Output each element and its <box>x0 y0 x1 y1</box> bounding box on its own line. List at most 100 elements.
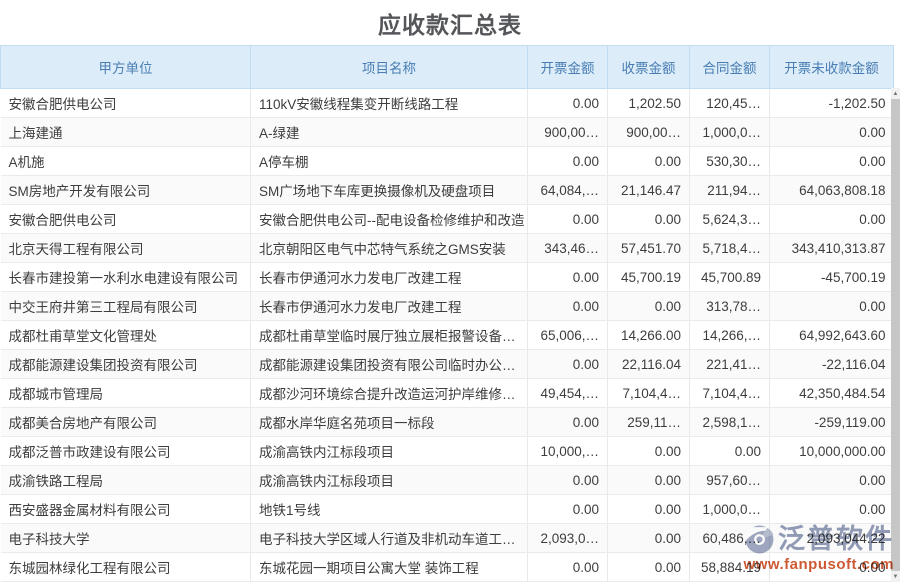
cell-project: 电子科技大学区域人行道及非机动车道工… <box>251 524 528 553</box>
cell-contract_amount: 957,60… <box>690 466 770 495</box>
table-row[interactable]: A机施A停车棚0.000.00530,30…0.00 <box>1 147 894 176</box>
cell-received_amount: 0.00 <box>608 553 690 582</box>
cell-contract_amount: 14,266,… <box>690 321 770 350</box>
cell-company: 东城园林绿化工程有限公司 <box>1 553 251 582</box>
cell-invoiced_amount: 10,000,… <box>528 437 608 466</box>
table-row[interactable]: 西安盛器金属材料有限公司地铁1号线0.000.001,000,0…0.00 <box>1 495 894 524</box>
table-header: 甲方单位项目名称开票金额收票金额合同金额开票未收款金额 <box>1 46 894 89</box>
cell-invoiced_unpaid_amount: 0.00 <box>770 553 894 582</box>
cell-project: 成都杜甫草堂临时展厅独立展柜报警设备… <box>251 321 528 350</box>
cell-project: 长春市伊通河水力发电厂改建工程 <box>251 263 528 292</box>
cell-contract_amount: 5,718,4… <box>690 234 770 263</box>
cell-invoiced_unpaid_amount: 10,000,000.00 <box>770 437 894 466</box>
table-row[interactable]: 电子科技大学电子科技大学区域人行道及非机动车道工…2,093,0…0.0060,… <box>1 524 894 553</box>
table-row[interactable]: 上海建通A-绿建900,00…900,00…1,000,0…0.00 <box>1 118 894 147</box>
cell-invoiced_unpaid_amount: 0.00 <box>770 292 894 321</box>
table-row[interactable]: 东城园林绿化工程有限公司东城花园一期项目公寓大堂 装饰工程0.000.0058,… <box>1 553 894 582</box>
cell-invoiced_amount: 0.00 <box>528 350 608 379</box>
cell-contract_amount: 58,884.19 <box>690 553 770 582</box>
table-row[interactable]: 成都泛普市政建设有限公司成渝高铁内江标段项目10,000,…0.000.0010… <box>1 437 894 466</box>
cell-company: 北京天得工程有限公司 <box>1 234 251 263</box>
cell-contract_amount: 1,000,0… <box>690 118 770 147</box>
cell-invoiced_amount: 0.00 <box>528 466 608 495</box>
cell-received_amount: 0.00 <box>608 524 690 553</box>
cell-project: 成渝高铁内江标段项目 <box>251 466 528 495</box>
table-row[interactable]: 成都能源建设集团投资有限公司成都能源建设集团投资有限公司临时办公…0.0022,… <box>1 350 894 379</box>
cell-received_amount: 21,146.47 <box>608 176 690 205</box>
cell-contract_amount: 2,598,1… <box>690 408 770 437</box>
table-row[interactable]: 成渝铁路工程局成渝高铁内江标段项目0.000.00957,60…0.00 <box>1 466 894 495</box>
cell-invoiced_unpaid_amount: 0.00 <box>770 147 894 176</box>
cell-project: 安徽合肥供电公司--配电设备检修维护和改造 <box>251 205 528 234</box>
cell-invoiced_unpaid_amount: 0.00 <box>770 118 894 147</box>
cell-company: SM房地产开发有限公司 <box>1 176 251 205</box>
column-header-invoiced_unpaid_amount: 开票未收款金额 <box>770 46 894 89</box>
cell-contract_amount: 1,000,0… <box>690 495 770 524</box>
column-header-company: 甲方单位 <box>1 46 251 89</box>
table-row[interactable]: 成都城市管理局成都沙河环境综合提升改造运河护岸维修…49,454,…7,104,… <box>1 379 894 408</box>
table-row[interactable]: 长春市建投第一水利水电建设有限公司长春市伊通河水力发电厂改建工程0.0045,7… <box>1 263 894 292</box>
column-header-invoiced_amount: 开票金额 <box>528 46 608 89</box>
cell-company: 长春市建投第一水利水电建设有限公司 <box>1 263 251 292</box>
cell-invoiced_amount: 900,00… <box>528 118 608 147</box>
cell-company: 成都美合房地产有限公司 <box>1 408 251 437</box>
cell-invoiced_amount: 65,006,… <box>528 321 608 350</box>
receivables-summary-table: 甲方单位项目名称开票金额收票金额合同金额开票未收款金额 安徽合肥供电公司110k… <box>0 45 894 582</box>
cell-invoiced_amount: 0.00 <box>528 292 608 321</box>
table-row[interactable]: 成都美合房地产有限公司成都水岸华庭名苑项目一标段0.00259,11…2,598… <box>1 408 894 437</box>
cell-received_amount: 7,104,4… <box>608 379 690 408</box>
cell-invoiced_unpaid_amount: -22,116.04 <box>770 350 894 379</box>
table-row[interactable]: SM房地产开发有限公司SM广场地下车库更换摄像机及硬盘项目64,084,…21,… <box>1 176 894 205</box>
cell-invoiced_amount: 2,093,0… <box>528 524 608 553</box>
cell-project: 成都沙河环境综合提升改造运河护岸维修… <box>251 379 528 408</box>
cell-received_amount: 22,116.04 <box>608 350 690 379</box>
page-title: 应收款汇总表 <box>378 6 522 40</box>
cell-company: 电子科技大学 <box>1 524 251 553</box>
column-header-project: 项目名称 <box>251 46 528 89</box>
cell-company: 西安盛器金属材料有限公司 <box>1 495 251 524</box>
cell-contract_amount: 313,78… <box>690 292 770 321</box>
title-bar: 应收款汇总表 <box>0 0 900 45</box>
scroll-down-icon[interactable]: ▼ <box>891 571 900 582</box>
table-row[interactable]: 北京天得工程有限公司北京朝阳区电气中芯特气系统之GMS安装343,46…57,4… <box>1 234 894 263</box>
cell-invoiced_amount: 49,454,… <box>528 379 608 408</box>
cell-project: 地铁1号线 <box>251 495 528 524</box>
column-header-contract_amount: 合同金额 <box>690 46 770 89</box>
cell-received_amount: 259,11… <box>608 408 690 437</box>
table-row[interactable]: 成都杜甫草堂文化管理处成都杜甫草堂临时展厅独立展柜报警设备…65,006,…14… <box>1 321 894 350</box>
table-row[interactable]: 中交王府井第三工程局有限公司长春市伊通河水力发电厂改建工程0.000.00313… <box>1 292 894 321</box>
cell-contract_amount: 45,700.89 <box>690 263 770 292</box>
cell-received_amount: 0.00 <box>608 466 690 495</box>
cell-project: 成都水岸华庭名苑项目一标段 <box>251 408 528 437</box>
cell-invoiced_amount: 0.00 <box>528 553 608 582</box>
cell-invoiced_unpaid_amount: -45,700.19 <box>770 263 894 292</box>
cell-project: 东城花园一期项目公寓大堂 装饰工程 <box>251 553 528 582</box>
scroll-up-icon[interactable]: ▲ <box>891 88 900 99</box>
cell-contract_amount: 7,104,4… <box>690 379 770 408</box>
cell-received_amount: 57,451.70 <box>608 234 690 263</box>
cell-company: A机施 <box>1 147 251 176</box>
cell-contract_amount: 530,30… <box>690 147 770 176</box>
cell-invoiced_unpaid_amount: -259,119.00 <box>770 408 894 437</box>
scrollbar-thumb[interactable] <box>891 99 900 571</box>
cell-company: 成渝铁路工程局 <box>1 466 251 495</box>
cell-invoiced_unpaid_amount: 2,093,044.22 <box>770 524 894 553</box>
cell-contract_amount: 221,41… <box>690 350 770 379</box>
cell-contract_amount: 5,624,3… <box>690 205 770 234</box>
cell-invoiced_unpaid_amount: 0.00 <box>770 495 894 524</box>
table-row[interactable]: 安徽合肥供电公司110kV安徽线程集变开断线路工程0.001,202.50120… <box>1 89 894 118</box>
cell-invoiced_unpaid_amount: 64,063,808.18 <box>770 176 894 205</box>
cell-invoiced_unpaid_amount: 64,992,643.60 <box>770 321 894 350</box>
vertical-scrollbar[interactable]: ▲ ▼ <box>891 88 900 582</box>
cell-received_amount: 1,202.50 <box>608 89 690 118</box>
table-row[interactable]: 安徽合肥供电公司安徽合肥供电公司--配电设备检修维护和改造0.000.005,6… <box>1 205 894 234</box>
cell-received_amount: 45,700.19 <box>608 263 690 292</box>
cell-company: 上海建通 <box>1 118 251 147</box>
cell-project: A停车棚 <box>251 147 528 176</box>
cell-invoiced_amount: 0.00 <box>528 408 608 437</box>
cell-invoiced_amount: 343,46… <box>528 234 608 263</box>
cell-company: 中交王府井第三工程局有限公司 <box>1 292 251 321</box>
cell-received_amount: 0.00 <box>608 292 690 321</box>
cell-received_amount: 0.00 <box>608 437 690 466</box>
cell-received_amount: 0.00 <box>608 147 690 176</box>
